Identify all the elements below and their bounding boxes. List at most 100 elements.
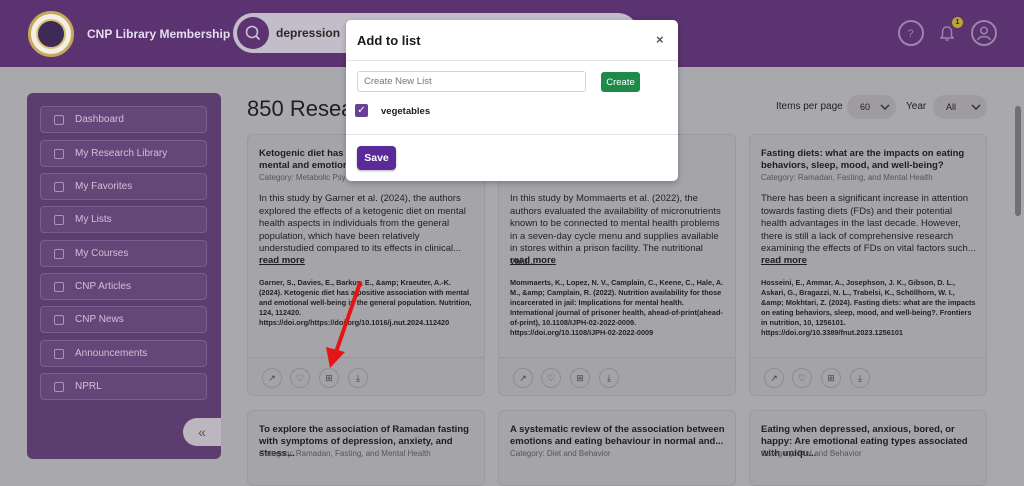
add-to-list-button[interactable]: ⊞ [821, 368, 841, 388]
list-checkbox-vegetables[interactable]: ✓ [355, 104, 368, 117]
search-button[interactable] [237, 17, 269, 49]
sidebar-item-announcements[interactable]: Announcements [40, 340, 207, 367]
sidebar-item-label: NPRL [75, 381, 102, 392]
sidebar-item-my-favorites[interactable]: My Favorites [40, 173, 207, 200]
collapse-sidebar-button[interactable]: « [183, 418, 221, 446]
sidebar-item-my-research-library[interactable]: My Research Library [40, 140, 207, 167]
brand-title: CNP Library Membership [87, 27, 231, 41]
results-count-title: 850 Resea [247, 96, 354, 121]
document-icon [54, 281, 64, 292]
sidebar: Dashboard My Research Library My Favorit… [27, 93, 221, 459]
read-more-link[interactable]: read more [510, 255, 556, 266]
sidebar-item-label: My Research Library [75, 148, 168, 159]
download-icon: ⤓ [858, 373, 862, 383]
card-description: In this study by Garner et al. (2024), t… [259, 193, 466, 254]
new-list-name-input[interactable] [357, 71, 586, 92]
external-link-icon: ↗ [268, 373, 276, 383]
search-icon [245, 25, 261, 41]
home-icon [54, 114, 64, 125]
folder-plus-icon: ⊞ [827, 373, 835, 383]
read-more-link[interactable]: read more [761, 255, 807, 266]
sidebar-item-label: CNP Articles [75, 281, 131, 292]
page-scrollbar[interactable] [1014, 96, 1022, 456]
download-icon: ⤓ [607, 373, 611, 383]
add-to-list-modal: Add to list × Create ✓ vegetables Save [346, 20, 678, 181]
sidebar-item-cnp-articles[interactable]: CNP Articles [40, 273, 207, 300]
folder-plus-icon: ⊞ [325, 373, 333, 383]
sidebar-item-label: Dashboard [75, 114, 124, 125]
cnp-logo[interactable] [28, 11, 74, 57]
card-actions: ↗ ♡ ⊞ ⤓ [750, 357, 986, 395]
read-more-link[interactable]: read more [259, 255, 305, 266]
sidebar-item-dashboard[interactable]: Dashboard [40, 106, 207, 133]
sidebar-item-label: My Favorites [75, 181, 133, 192]
chevron-down-icon [880, 104, 890, 111]
logo-seal-icon [36, 19, 66, 49]
user-icon [977, 26, 991, 41]
items-per-page-value: 60 [860, 102, 871, 112]
open-link-button[interactable]: ↗ [262, 368, 282, 388]
book-icon [54, 381, 64, 392]
create-list-button[interactable]: Create [601, 72, 640, 92]
sidebar-item-label: My Lists [75, 214, 112, 225]
save-button[interactable]: Save [357, 146, 396, 170]
add-to-list-button[interactable]: ⊞ [319, 368, 339, 388]
scrollbar-thumb[interactable] [1015, 106, 1021, 216]
card-description: There has been a significant increase in… [761, 193, 976, 254]
sidebar-item-label: Announcements [75, 348, 148, 359]
card-category: Category: Diet and Behavior [510, 449, 611, 458]
open-link-button[interactable]: ↗ [513, 368, 533, 388]
download-button[interactable]: ⤓ [348, 368, 368, 388]
heart-icon: ♡ [546, 373, 556, 383]
close-modal-button[interactable]: × [656, 32, 664, 47]
card-citation: Hosseini, E., Ammar, A., Josephson, J. K… [761, 278, 976, 337]
sidebar-item-nprl[interactable]: NPRL [40, 373, 207, 400]
year-label: Year [906, 101, 927, 112]
download-button[interactable]: ⤓ [850, 368, 870, 388]
svg-text:?: ? [908, 28, 914, 40]
help-icon: ? [908, 28, 914, 40]
download-icon: ⤓ [356, 373, 360, 383]
notification-badge: 1 [952, 17, 963, 28]
sidebar-item-my-courses[interactable]: My Courses [40, 240, 207, 267]
items-per-page-select[interactable]: 60 [847, 95, 896, 119]
card-citation: Mommaerts, K., Lopez, N. V., Camplain, C… [510, 278, 724, 337]
folder-plus-icon: ⊞ [576, 373, 584, 383]
download-button[interactable]: ⤓ [599, 368, 619, 388]
sidebar-item-label: CNP News [75, 314, 124, 325]
sidebar-item-my-lists[interactable]: My Lists [40, 206, 207, 233]
research-card: To explore the association of Ramadan fa… [247, 410, 485, 486]
heart-icon: ♡ [295, 373, 305, 383]
heart-icon: ♡ [797, 373, 807, 383]
modal-footer-divider [346, 134, 678, 135]
folder-icon [54, 148, 64, 159]
research-card: Eating when depressed, anxious, bored, o… [749, 410, 987, 486]
year-select[interactable]: All [933, 95, 987, 119]
graduation-cap-icon [54, 248, 64, 259]
research-card: A systematic review of the association b… [498, 410, 736, 486]
favorite-button[interactable]: ♡ [290, 368, 310, 388]
globe-icon [54, 314, 64, 325]
chevron-down-icon [971, 104, 981, 111]
card-category: Category: Ramadan, Fasting, and Mental H… [259, 449, 431, 458]
favorite-button[interactable]: ♡ [792, 368, 812, 388]
sidebar-item-cnp-news[interactable]: CNP News [40, 306, 207, 333]
bell-icon [54, 348, 64, 359]
help-button[interactable]: ? [898, 20, 924, 46]
items-per-page-label: Items per page [776, 101, 843, 112]
card-title[interactable]: Fasting diets: what are the impacts on e… [761, 148, 977, 172]
card-actions: ↗ ♡ ⊞ ⤓ [499, 357, 735, 395]
card-citation: Garner, S., Davies, E., Barkus, E., &amp… [259, 278, 472, 327]
modal-header-divider [346, 60, 678, 61]
profile-button[interactable] [971, 20, 997, 46]
card-category: Category: Diet and Behavior [761, 449, 862, 458]
external-link-icon: ↗ [770, 373, 778, 383]
list-label-vegetables[interactable]: vegetables [381, 106, 430, 117]
card-actions: ↗ ♡ ⊞ ⤓ [248, 357, 484, 395]
year-value: All [946, 102, 957, 112]
card-title[interactable]: A systematic review of the association b… [510, 424, 726, 448]
research-card: Fasting diets: what are the impacts on e… [749, 134, 987, 396]
open-link-button[interactable]: ↗ [764, 368, 784, 388]
add-to-list-button[interactable]: ⊞ [570, 368, 590, 388]
favorite-button[interactable]: ♡ [541, 368, 561, 388]
